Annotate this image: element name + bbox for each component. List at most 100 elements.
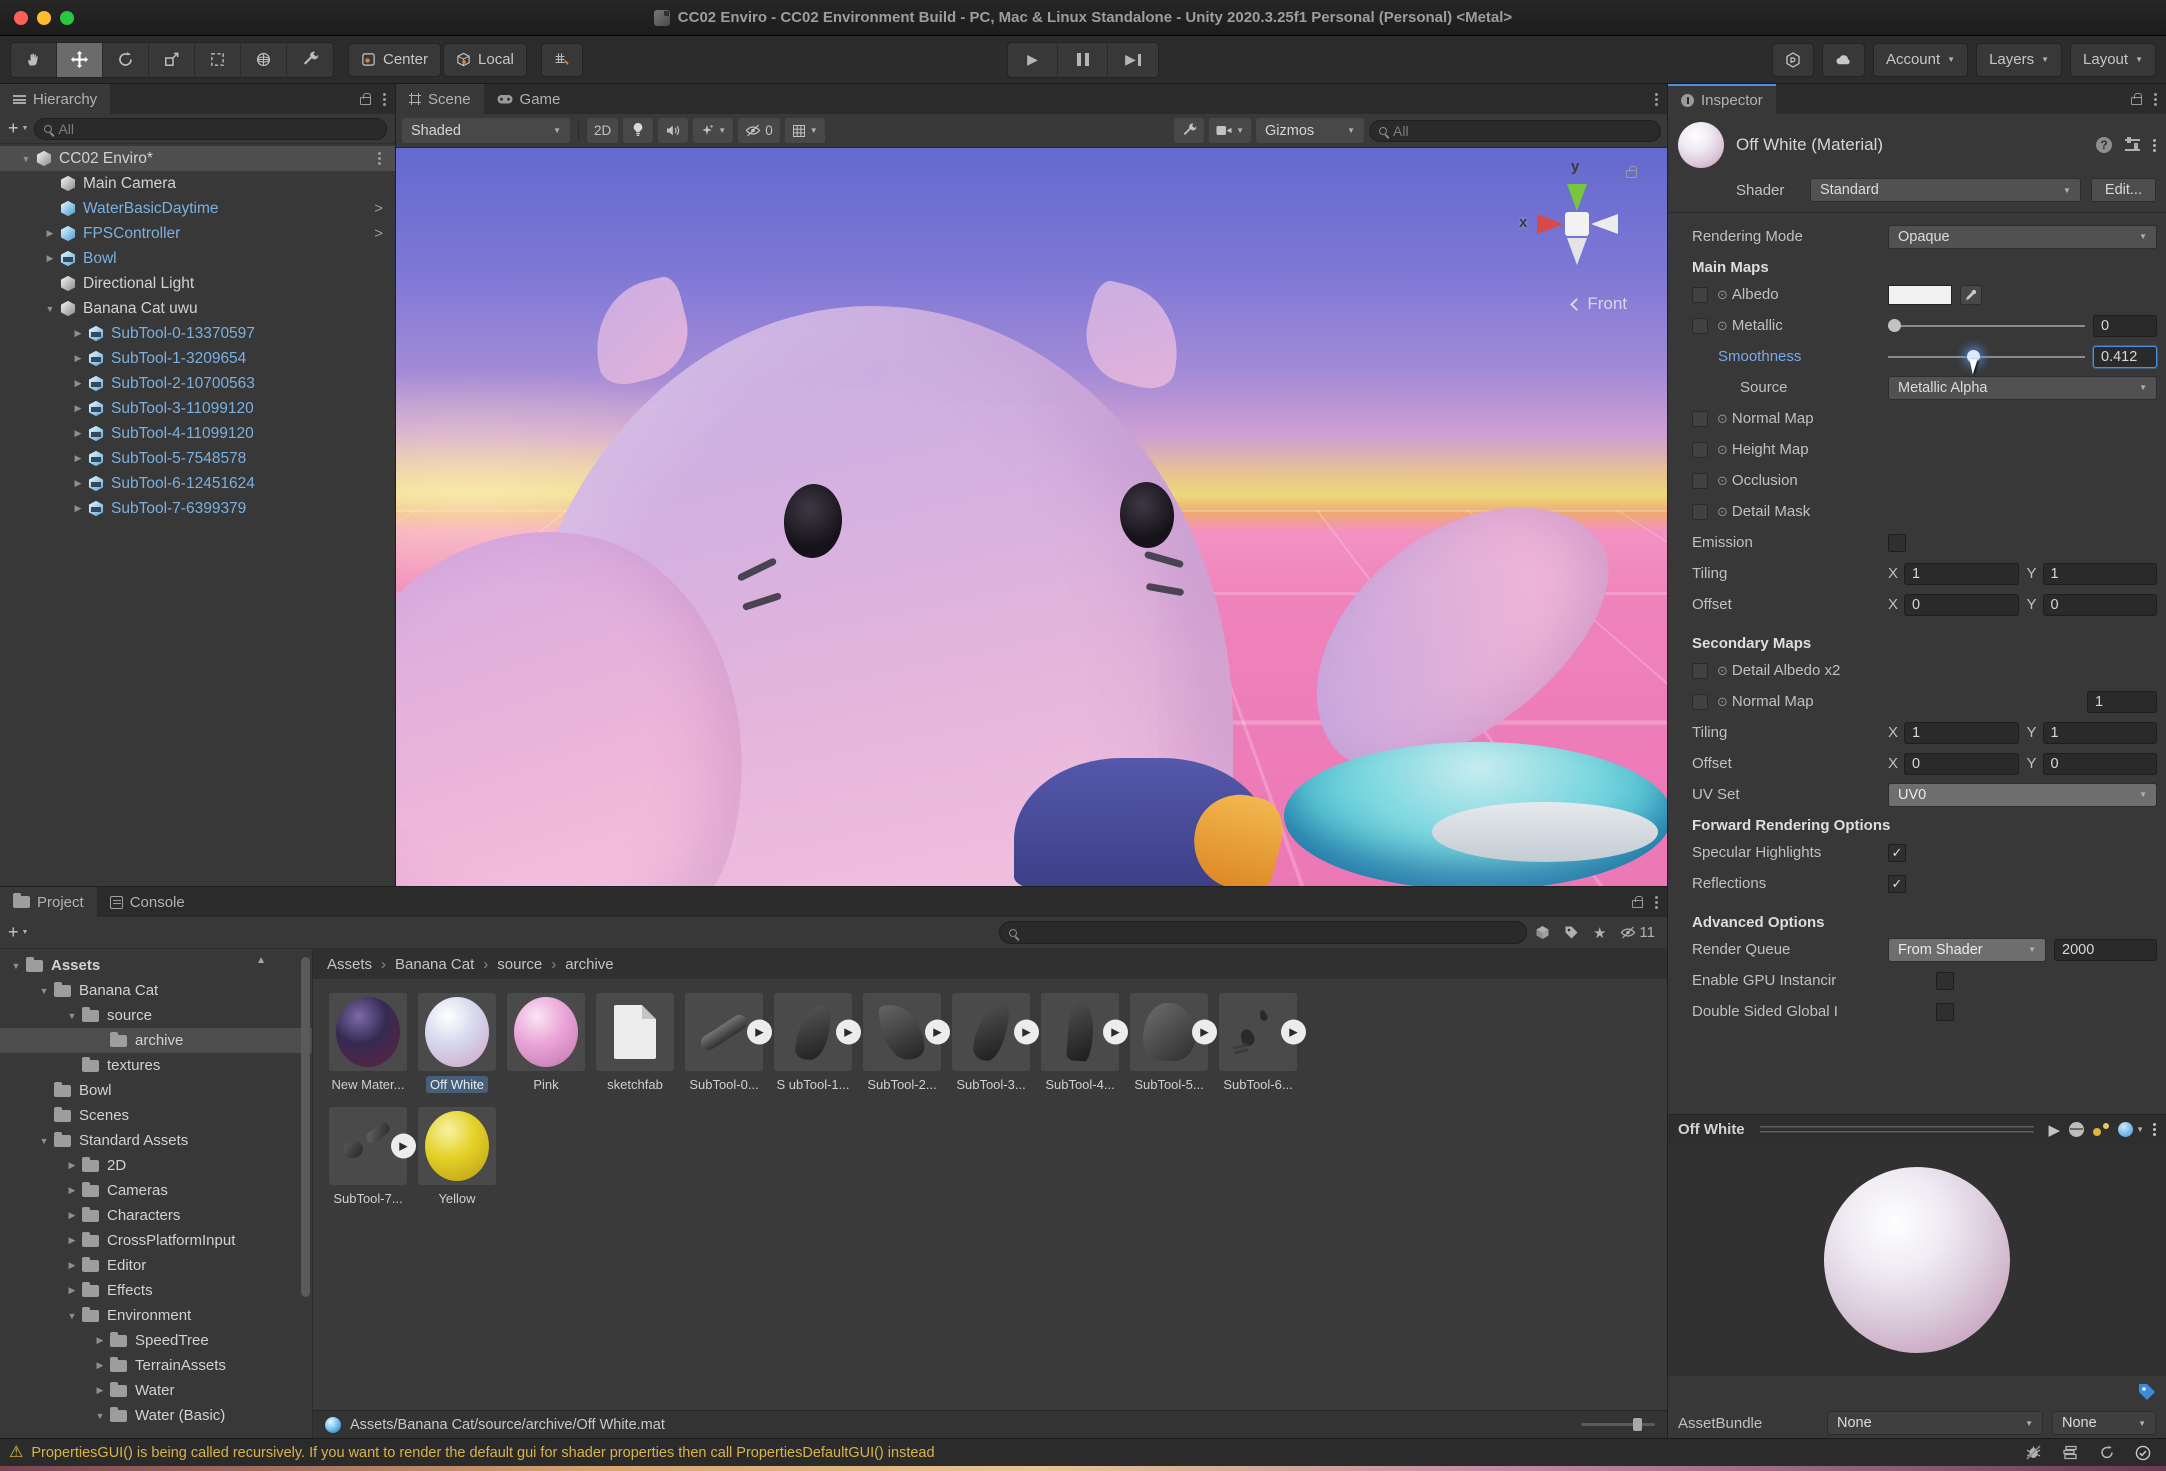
tab-project[interactable]: Project bbox=[0, 887, 97, 917]
hierarchy-item[interactable]: WaterBasicDaytime > bbox=[0, 196, 395, 221]
folder-row[interactable]: archive bbox=[0, 1028, 312, 1053]
preview-play-button[interactable]: ▶ bbox=[2049, 1121, 2061, 1139]
metallic-slider[interactable] bbox=[1888, 315, 2085, 337]
hierarchy-item[interactable]: ▼ Banana Cat uwu bbox=[0, 296, 395, 321]
folder-row[interactable]: ▶ Effects bbox=[0, 1278, 312, 1303]
secondary-offset-y-field[interactable]: 0 bbox=[2043, 753, 2157, 775]
expand-play-icon[interactable]: ▶ bbox=[1014, 1020, 1039, 1045]
detail-mask-texture-slot[interactable] bbox=[1692, 504, 1708, 520]
asset-thumbnail[interactable]: ▶ bbox=[1130, 993, 1208, 1071]
refresh-icon[interactable] bbox=[2099, 1445, 2115, 1460]
hand-tool-button[interactable] bbox=[11, 43, 57, 77]
scene-viewport[interactable]: y x Front bbox=[396, 148, 1667, 886]
asset-item[interactable]: ▶ SubTool-5... bbox=[1130, 993, 1208, 1093]
expander-icon[interactable]: ▶ bbox=[90, 1335, 110, 1346]
smoothness-value-field[interactable]: 0.412 bbox=[2093, 346, 2157, 368]
asset-grid[interactable]: ▶ New Mater... ▶ bbox=[313, 979, 1667, 1410]
assetbundle-variant-dropdown[interactable]: None▼ bbox=[2052, 1411, 2156, 1435]
pivot-toggle-button[interactable]: Center bbox=[348, 43, 441, 77]
hierarchy-item[interactable]: ▶ SubTool-1-3209654 bbox=[0, 346, 395, 371]
folder-row[interactable]: ▼ Assets bbox=[0, 953, 312, 978]
layout-dropdown[interactable]: Layout▼ bbox=[2070, 43, 2156, 77]
folder-row[interactable]: ▼ Environment bbox=[0, 1303, 312, 1328]
expand-play-icon[interactable]: ▶ bbox=[1192, 1020, 1217, 1045]
folder-row[interactable]: ▼ Banana Cat bbox=[0, 978, 312, 1003]
asset-item[interactable]: ▶ SubTool-0... bbox=[685, 993, 763, 1093]
hierarchy-item[interactable]: Main Camera bbox=[0, 171, 395, 196]
2d-toggle-button[interactable]: 2D bbox=[587, 118, 618, 143]
expander-icon[interactable]: ▶ bbox=[62, 1285, 82, 1296]
asset-item[interactable]: ▶ SubTool-4... bbox=[1041, 993, 1119, 1093]
folder-row[interactable]: ▶ Water bbox=[0, 1378, 312, 1403]
asset-thumbnail[interactable]: ▶ bbox=[418, 1107, 496, 1185]
cloud-button[interactable] bbox=[1822, 43, 1865, 77]
uv-set-dropdown[interactable]: UV0▼ bbox=[1888, 783, 2157, 807]
asset-item[interactable]: ▶ SubTool-2... bbox=[863, 993, 941, 1093]
folder-row[interactable]: textures bbox=[0, 1053, 312, 1078]
grid-snap-button[interactable] bbox=[541, 43, 583, 77]
expander-icon[interactable]: ▶ bbox=[68, 453, 88, 464]
secondary-normal-texture-slot[interactable] bbox=[1692, 694, 1708, 710]
asset-thumbnail[interactable]: ▶ bbox=[507, 993, 585, 1071]
favorites-icon[interactable]: ★ bbox=[1593, 924, 1606, 942]
expander-icon[interactable]: ▼ bbox=[62, 1311, 82, 1321]
scene-menu-icon[interactable] bbox=[378, 157, 381, 160]
scene-root-row[interactable]: ▼ CC02 Enviro* bbox=[0, 146, 395, 171]
move-tool-button[interactable] bbox=[57, 43, 103, 77]
breadcrumb-item[interactable]: Banana Cat bbox=[395, 956, 474, 973]
progress-check-icon[interactable] bbox=[2135, 1445, 2151, 1461]
lighting-toggle-button[interactable] bbox=[623, 118, 653, 143]
expander-icon[interactable]: ▶ bbox=[62, 1260, 82, 1271]
help-icon[interactable]: ? bbox=[2096, 137, 2112, 153]
zoom-button[interactable] bbox=[60, 11, 74, 25]
asset-thumbnail[interactable]: ▶ bbox=[329, 1107, 407, 1185]
asset-thumbnail[interactable]: ▶ bbox=[418, 993, 496, 1071]
preview-lighting-icon[interactable] bbox=[2093, 1123, 2109, 1137]
folder-row[interactable]: ▶ Characters bbox=[0, 1203, 312, 1228]
expander-icon[interactable]: ▼ bbox=[62, 1011, 82, 1021]
collab-layers-icon[interactable] bbox=[2062, 1445, 2079, 1460]
occlusion-texture-slot[interactable] bbox=[1692, 473, 1708, 489]
expander-icon[interactable]: ▼ bbox=[90, 1411, 110, 1421]
emission-checkbox[interactable] bbox=[1888, 534, 1906, 552]
status-bar[interactable]: ⚠ PropertiesGUI() is being called recurs… bbox=[0, 1438, 2166, 1466]
breadcrumb-item[interactable]: archive bbox=[565, 956, 613, 973]
asset-item[interactable]: ▶ New Mater... bbox=[329, 993, 407, 1093]
metallic-value-field[interactable]: 0 bbox=[2093, 315, 2157, 337]
asset-item[interactable]: ▶ sketchfab bbox=[596, 993, 674, 1093]
axis-east-cone[interactable] bbox=[1591, 214, 1618, 234]
hierarchy-item[interactable]: ▶ Bowl bbox=[0, 246, 395, 271]
asset-thumbnail[interactable]: ▶ bbox=[1219, 993, 1297, 1071]
minimize-button[interactable] bbox=[37, 11, 51, 25]
asset-thumbnail[interactable]: ▶ bbox=[329, 993, 407, 1071]
expander-icon[interactable]: ▼ bbox=[34, 1136, 54, 1146]
folder-row[interactable]: ▶ Editor bbox=[0, 1253, 312, 1278]
folder-row[interactable]: ▼ Water (Basic) bbox=[0, 1403, 312, 1428]
expander-icon[interactable]: ▶ bbox=[62, 1210, 82, 1221]
hierarchy-item[interactable]: ▶ SubTool-3-11099120 bbox=[0, 396, 395, 421]
albedo-color-swatch[interactable] bbox=[1888, 285, 1952, 305]
expander-icon[interactable]: ▶ bbox=[68, 403, 88, 414]
expander-icon[interactable]: ▶ bbox=[62, 1185, 82, 1196]
tiling-x-field[interactable]: 1 bbox=[1904, 563, 2018, 585]
add-object-button[interactable]: +▼ bbox=[8, 118, 28, 139]
expander-icon[interactable]: ▶ bbox=[40, 228, 60, 239]
project-search-input[interactable] bbox=[999, 921, 1527, 944]
panel-menu-icon[interactable] bbox=[1655, 901, 1658, 904]
reflections-checkbox[interactable]: ✓ bbox=[1888, 875, 1906, 893]
folder-row[interactable]: Scenes bbox=[0, 1103, 312, 1128]
hierarchy-item[interactable]: ▶ FPSController > bbox=[0, 221, 395, 246]
asset-item[interactable]: ▶ S ubTool-1... bbox=[774, 993, 852, 1093]
secondary-tiling-x-field[interactable]: 1 bbox=[1904, 722, 2018, 744]
expander-icon[interactable]: ▶ bbox=[62, 1235, 82, 1246]
specular-highlights-checkbox[interactable]: ✓ bbox=[1888, 844, 1906, 862]
render-queue-dropdown[interactable]: From Shader▼ bbox=[1888, 938, 2046, 962]
scale-tool-button[interactable] bbox=[149, 43, 195, 77]
expander-icon[interactable]: ▶ bbox=[68, 503, 88, 514]
folder-row[interactable]: ▼ source bbox=[0, 1003, 312, 1028]
lock-icon[interactable] bbox=[2131, 97, 2142, 105]
asset-labels-icon[interactable] bbox=[2136, 1381, 2158, 1403]
secondary-normal-value-field[interactable]: 1 bbox=[2087, 691, 2157, 713]
asset-item[interactable]: ▶ SubTool-6... bbox=[1219, 993, 1297, 1093]
expander-icon[interactable]: ▶ bbox=[68, 328, 88, 339]
